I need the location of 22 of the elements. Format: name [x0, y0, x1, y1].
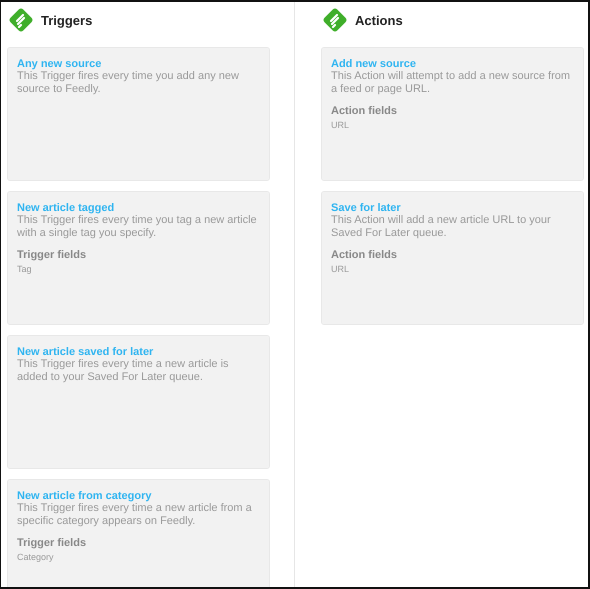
field-name: Category [17, 552, 54, 562]
fields-label: Action fields [331, 105, 398, 117]
card-title-link[interactable]: Save for later [331, 202, 401, 214]
column-title: Triggers [41, 12, 92, 28]
field-name: Tag [17, 264, 32, 274]
card-description: This Trigger fires every time you tag a new article with a single tag you specify. [17, 214, 258, 239]
fields-label: Action fields [331, 249, 398, 261]
fields-label: Trigger fields [17, 537, 86, 549]
card-description: This Action will attempt to add a new source from a feed or page URL. [331, 70, 572, 95]
card-title-link[interactable]: Any new source [17, 58, 102, 70]
card-title-link[interactable]: New article tagged [17, 202, 114, 214]
field-name: URL [331, 120, 350, 130]
card-description: This Trigger fires every time a new article is added to your Saved For Later queue. [17, 358, 230, 383]
card-title-link[interactable]: New article from category [17, 490, 152, 502]
card-title-link[interactable]: Add new source [331, 58, 416, 70]
field-name: URL [331, 264, 350, 274]
card-description: This Action will add a new article URL to your Saved For Later queue. [331, 214, 552, 239]
fields-label: Trigger fields [17, 249, 86, 261]
card-description: This Trigger fires every time a new article from a specific category appears on Feedly. [17, 502, 253, 527]
card-description: This Trigger fires every time you add any new source to Feedly. [17, 70, 240, 95]
column-title: Actions [355, 12, 403, 28]
card-title-link[interactable]: New article saved for later [17, 346, 154, 358]
